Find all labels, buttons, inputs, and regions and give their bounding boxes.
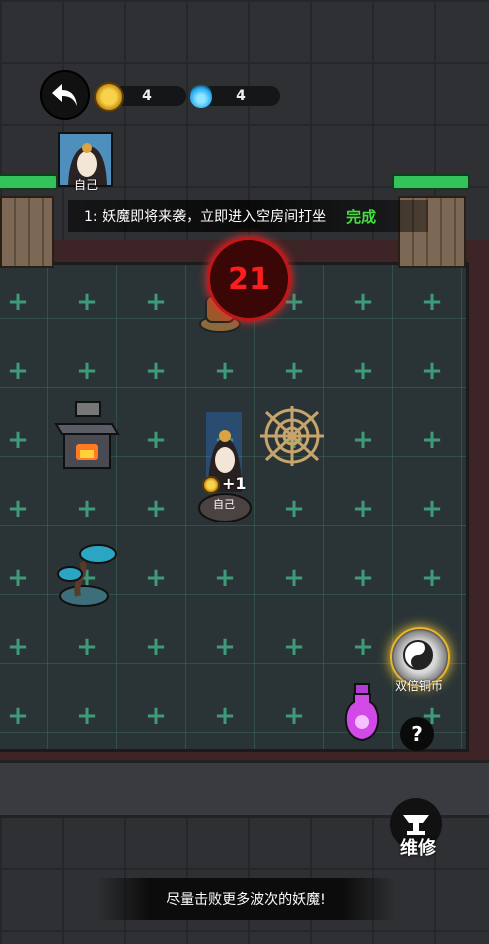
coin-count: 4: [142, 88, 152, 104]
left-door: [0, 196, 54, 268]
wave-timer: 21: [207, 237, 291, 321]
floor-tile-marker: +: [214, 563, 236, 593]
floor-tile-marker: +: [421, 356, 443, 386]
back-arrow-icon: [52, 84, 77, 106]
floor-tile-marker: +: [421, 563, 443, 593]
floor-tile-marker: +: [352, 356, 374, 386]
floor-tile-marker: +: [145, 356, 167, 386]
floor-tile-marker: +: [283, 632, 305, 662]
quest-text: 1: 妖魔即将来袭，立即进入空房间打坐: [84, 209, 327, 225]
floor-tile-marker: +: [214, 356, 236, 386]
floor-tile-marker: +: [421, 494, 443, 524]
avatar-label: 自己: [73, 178, 98, 192]
floor-tile-marker: +: [7, 701, 29, 731]
right-health-bar: [392, 174, 470, 190]
floor-tile-marker: +: [352, 563, 374, 593]
floor-tile-marker: +: [214, 632, 236, 662]
floor-tile-marker: +: [145, 287, 167, 317]
floor-tile-marker: +: [421, 425, 443, 455]
floor-tile-marker: +: [7, 563, 29, 593]
floor-tile-marker: +: [76, 494, 98, 524]
yin-yang-icon: [403, 640, 433, 670]
floor-tile-marker: +: [76, 356, 98, 386]
floor-tile-marker: +: [421, 287, 443, 317]
floor-tile-marker: +: [352, 494, 374, 524]
blue-flame-icon: [190, 82, 212, 108]
soul-count: 4: [236, 88, 246, 104]
back-button[interactable]: [40, 70, 90, 120]
purple-potion-icon[interactable]: [340, 682, 384, 744]
wave-timer-value: 21: [228, 261, 270, 297]
quest-status: 完成: [346, 207, 377, 226]
floor-tile-marker: +: [352, 632, 374, 662]
bottom-tip: 尽量击败更多波次的妖魔!: [96, 878, 396, 920]
coin-gain-text: +1: [222, 474, 247, 493]
soul-counter: 4: [202, 86, 280, 106]
floor-tile-marker: +: [283, 356, 305, 386]
floor-tile-marker: +: [352, 425, 374, 455]
floor-tile-marker: +: [145, 494, 167, 524]
bottom-tip-text: 尽量击败更多波次的妖魔!: [166, 892, 326, 908]
floor-tile-marker: +: [283, 494, 305, 524]
bonsai-tree-icon[interactable]: [54, 540, 118, 608]
floor-tile-marker: +: [7, 356, 29, 386]
floor-tile-marker: +: [76, 632, 98, 662]
floor-tile-marker: +: [7, 494, 29, 524]
repair-label: 维修: [400, 838, 436, 859]
spider-web-icon[interactable]: [258, 404, 326, 468]
floor-tile-marker: +: [352, 287, 374, 317]
floor-tile-marker: +: [283, 701, 305, 731]
floor-tile-marker: +: [7, 425, 29, 455]
double-coin-label: 双倍铜币: [394, 679, 443, 693]
player-label: 自己: [213, 498, 235, 511]
coin-icon: [94, 82, 124, 112]
floor-tile-marker: +: [76, 701, 98, 731]
help-button[interactable]: ?: [400, 717, 434, 751]
floor-tile-marker: +: [145, 425, 167, 455]
quest-bar: 1: 妖魔即将来袭，立即进入空房间打坐 完成: [68, 200, 428, 232]
floor-tile-marker: +: [214, 701, 236, 731]
floor-tile-marker: +: [145, 701, 167, 731]
floor-tile-marker: +: [7, 632, 29, 662]
floor-tile-marker: +: [145, 563, 167, 593]
left-health-bar: [0, 174, 58, 190]
floor-tile-marker: +: [145, 632, 167, 662]
floor-tile-marker: +: [7, 287, 29, 317]
coin-gain-icon: [202, 476, 220, 494]
floor-tile-marker: +: [76, 287, 98, 317]
forge-furnace-icon[interactable]: [54, 400, 120, 472]
floor-tile-marker: +: [283, 563, 305, 593]
help-icon: ?: [411, 722, 423, 746]
